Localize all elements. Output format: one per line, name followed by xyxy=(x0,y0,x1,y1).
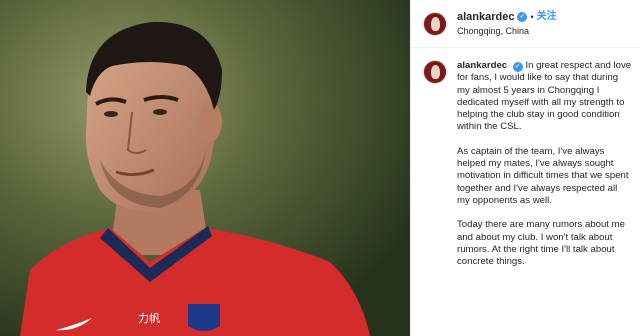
caption-paragraph-3: Today there are many rumors about me and… xyxy=(457,219,625,268)
caption-username-link[interactable]: alankardec xyxy=(457,60,507,71)
location-link[interactable]: Chongqing, China xyxy=(457,24,557,38)
post-header: alankardec ✓ • 关注 Chongqing, China xyxy=(411,0,640,48)
follow-button[interactable]: 关注 xyxy=(537,10,557,24)
avatar[interactable] xyxy=(423,11,447,36)
post-photo[interactable]: 力帆 xyxy=(0,0,410,336)
verified-badge-icon: ✓ xyxy=(512,62,523,72)
separator: • xyxy=(530,11,534,22)
caption-paragraph-2: As captain of the team, I've always help… xyxy=(457,145,629,206)
caption: alankardec ✓ In great respect and love f… xyxy=(411,48,640,280)
jersey-sponsor-text: 力帆 xyxy=(138,311,160,325)
post-panel: alankardec ✓ • 关注 Chongqing, China alank… xyxy=(410,0,640,336)
player-portrait: 力帆 xyxy=(0,0,410,336)
caption-avatar[interactable] xyxy=(423,60,447,84)
username-link[interactable]: alankardec xyxy=(457,10,514,24)
club-crest-icon xyxy=(188,304,220,331)
caption-paragraph-1: alankardec ✓ In great respect and love f… xyxy=(457,60,632,134)
verified-badge-icon: ✓ xyxy=(517,11,528,22)
